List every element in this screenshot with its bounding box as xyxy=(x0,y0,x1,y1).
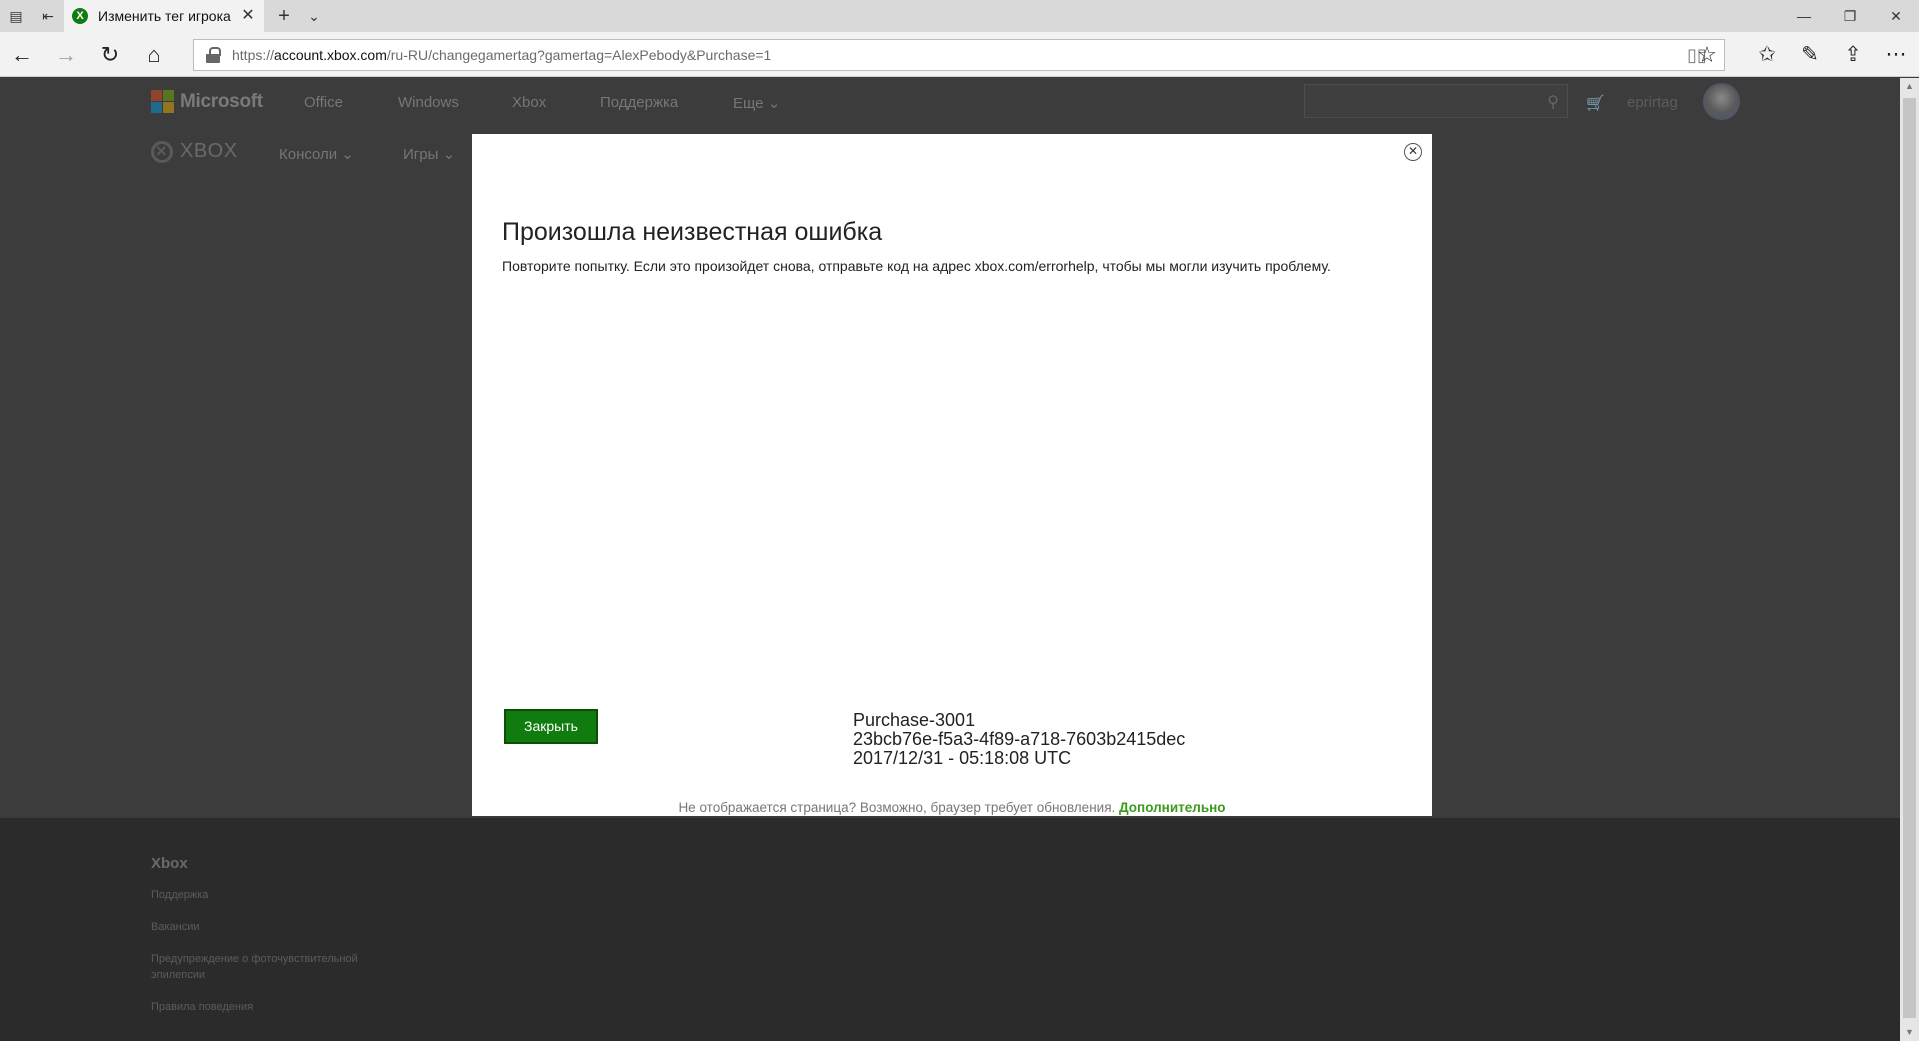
close-button[interactable]: Закрыть xyxy=(504,709,598,744)
chevron-down-icon: ⌄ xyxy=(442,146,456,163)
navigation-bar: ← → ↻ ⌂ https://account.xbox.com/ru-RU/c… xyxy=(0,32,1919,77)
error-timestamp: 2017/12/31 - 05:18:08 UTC xyxy=(853,748,1072,768)
back-icon[interactable]: ← xyxy=(7,40,37,70)
minimize-icon[interactable]: — xyxy=(1781,0,1827,32)
web-note-icon[interactable]: ✎ xyxy=(1795,40,1825,70)
footer-link-careers[interactable]: Вакансии xyxy=(151,919,391,935)
subnav-games[interactable]: Игры ⌄ xyxy=(403,145,455,163)
favorite-star-icon[interactable]: ☆ xyxy=(1692,40,1722,70)
scroll-thumb[interactable] xyxy=(1903,98,1916,1018)
subnav-consoles[interactable]: Консоли ⌄ xyxy=(279,145,354,163)
footer-link-epilepsy[interactable]: Предупреждение о фоточувствительной эпил… xyxy=(151,951,391,983)
page-scrollbar[interactable]: ▲ ▼ xyxy=(1900,78,1919,1041)
xbox-logo-icon[interactable] xyxy=(151,141,173,163)
dialog-title: Произошла неизвестная ошибка xyxy=(502,218,883,246)
tab-list-chevron-icon[interactable]: ⌄ xyxy=(302,4,326,28)
tab-bar: ▤ ⇤ X Изменить тег игрока ✕ + ⌄ — ❐ ✕ xyxy=(0,0,1919,32)
refresh-icon[interactable]: ↻ xyxy=(95,40,125,70)
footer-link-support[interactable]: Поддержка xyxy=(151,887,391,903)
subnav-games-label: Игры xyxy=(403,146,439,163)
set-aside-tabs-icon[interactable]: ⇤ xyxy=(38,6,58,26)
url-prefix: https:// xyxy=(232,47,275,63)
window-close-icon[interactable]: ✕ xyxy=(1873,0,1919,32)
browser-update-note: Не отображается страница? Возможно, брау… xyxy=(472,800,1432,815)
scroll-down-icon[interactable]: ▼ xyxy=(1900,1024,1919,1041)
forward-icon[interactable]: → xyxy=(51,40,81,70)
url-host: account.xbox.com xyxy=(274,47,387,63)
cart-icon[interactable]: 🛒 xyxy=(1586,94,1605,112)
chevron-down-icon: ⌄ xyxy=(767,95,781,112)
nav-xbox[interactable]: Xbox xyxy=(512,94,546,111)
search-input[interactable]: ⚲ xyxy=(1304,84,1568,118)
error-id: 23bcb76e-f5a3-4f89-a718-7603b2415dec xyxy=(853,729,1186,749)
footer-heading: Xbox xyxy=(151,855,188,872)
share-icon[interactable]: ⇪ xyxy=(1838,40,1868,70)
microsoft-brand[interactable]: Microsoft xyxy=(180,91,263,113)
home-icon[interactable]: ⌂ xyxy=(139,40,169,70)
url-path: /ru-RU/changegamertag?gamertag=AlexPebod… xyxy=(386,47,772,63)
nav-windows[interactable]: Windows xyxy=(398,94,459,111)
dialog-close-icon[interactable]: ✕ xyxy=(1404,143,1422,161)
nav-more-label: Еще xyxy=(733,95,764,112)
error-code: Purchase-3001 xyxy=(853,710,976,730)
scroll-up-icon[interactable]: ▲ xyxy=(1900,78,1919,95)
error-dialog: ✕ Произошла неизвестная ошибка Повторите… xyxy=(472,134,1432,816)
xbox-brand[interactable]: XBOX xyxy=(180,140,238,163)
nav-office[interactable]: Office xyxy=(304,94,343,111)
tab-title: Изменить тег игрока xyxy=(98,8,231,24)
tab-preview-icon[interactable]: ▤ xyxy=(6,6,26,26)
avatar[interactable] xyxy=(1703,83,1740,120)
url-text: https://account.xbox.com/ru-RU/changegam… xyxy=(232,47,771,63)
new-tab-icon[interactable]: + xyxy=(272,4,296,28)
tab-close-icon[interactable]: ✕ xyxy=(238,6,258,26)
username[interactable]: eprirtag xyxy=(1627,94,1678,111)
search-icon[interactable]: ⚲ xyxy=(1547,92,1559,112)
xbox-favicon-icon: X xyxy=(72,8,88,24)
more-icon[interactable]: ⋯ xyxy=(1881,40,1911,70)
nav-more[interactable]: Еще ⌄ xyxy=(733,94,780,112)
dialog-message: Повторите попытку. Если это произойдет с… xyxy=(502,258,1331,274)
favorites-hub-icon[interactable]: ✩ xyxy=(1752,40,1782,70)
tab-active[interactable]: X Изменить тег игрока ✕ xyxy=(64,0,264,32)
microsoft-logo-icon[interactable] xyxy=(151,90,174,113)
footer-link-conduct[interactable]: Правила поведения xyxy=(151,999,391,1015)
restore-icon[interactable]: ❐ xyxy=(1827,0,1873,32)
chevron-down-icon: ⌄ xyxy=(341,146,354,163)
browser-note-text: Не отображается страница? Возможно, брау… xyxy=(678,800,1116,815)
site-footer: Xbox Поддержка Вакансии Предупреждение о… xyxy=(0,818,1900,1041)
nav-support[interactable]: Поддержка xyxy=(600,94,678,111)
lock-icon xyxy=(206,47,221,63)
subnav-consoles-label: Консоли xyxy=(279,146,338,163)
error-details: Purchase-3001 23bcb76e-f5a3-4f89-a718-76… xyxy=(853,711,1185,768)
learn-more-link[interactable]: Дополнительно xyxy=(1119,800,1226,815)
address-bar[interactable]: https://account.xbox.com/ru-RU/changegam… xyxy=(193,39,1725,71)
